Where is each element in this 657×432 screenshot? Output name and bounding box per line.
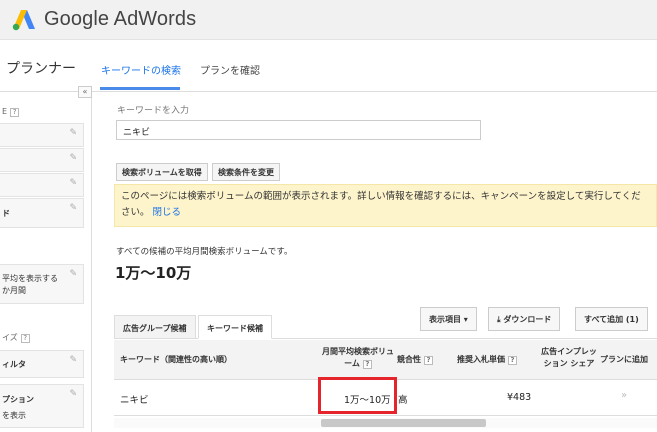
sidebar-item[interactable]: ド ✎ — [0, 198, 84, 228]
competition-cell: 高 — [398, 395, 408, 406]
column-header-keyword[interactable]: キーワード（関連性の高い順） — [120, 354, 232, 366]
columns-dropdown-button[interactable]: 表示項目 ▾ — [420, 307, 477, 331]
page-title: プランナー — [6, 61, 76, 77]
scrollbar-thumb[interactable] — [321, 419, 486, 427]
help-icon[interactable]: ? — [362, 360, 372, 369]
highlight-annotation — [318, 377, 397, 414]
sidebar-item-label: ド — [2, 209, 10, 218]
edit-pencil-icon[interactable]: ✎ — [69, 389, 77, 399]
column-header-suggested-bid[interactable]: 推奨入札単価? — [457, 354, 517, 366]
sidebar-item-sublabel: を表示 — [2, 411, 26, 420]
average-volume-label: すべての候補の平均月間検索ボリュームです。 — [116, 247, 293, 257]
edit-pencil-icon[interactable]: ✎ — [69, 178, 77, 188]
sidebar-item[interactable]: ✎ — [0, 148, 84, 172]
tab-keyword-search[interactable]: キーワードの検索 — [101, 62, 181, 77]
sidebar-section-label: E? — [2, 107, 20, 117]
collapse-sidebar-button[interactable]: « — [78, 86, 92, 98]
top-bar: Google AdWords — [0, 0, 657, 40]
edit-pencil-icon[interactable]: ✎ — [69, 153, 77, 163]
tab-keyword-ideas[interactable]: キーワード候補 — [198, 315, 272, 339]
help-icon[interactable]: ? — [508, 356, 517, 365]
close-notice-link[interactable]: 閉じる — [153, 207, 182, 218]
help-icon[interactable]: ? — [10, 108, 20, 117]
download-button[interactable]: ⤓ ダウンロード — [488, 307, 561, 331]
sidebar-item[interactable]: ✎ — [0, 123, 84, 147]
edit-pencil-icon[interactable]: ✎ — [69, 128, 77, 138]
keyword-input[interactable]: ニキビ — [116, 120, 481, 140]
column-header-impression-share[interactable]: 広告インプレッション シェア — [538, 346, 600, 370]
tab-review-plan[interactable]: プランを確認 — [200, 62, 260, 77]
add-to-plan-icon[interactable]: » — [621, 390, 627, 401]
sidebar-item-label: プション — [2, 395, 34, 404]
table-header: キーワード（関連性の高い順） 月間平均検索ボリューム? 競合性? 推奨入札単価?… — [114, 340, 657, 380]
change-criteria-button[interactable]: 検索条件を変更 — [212, 163, 280, 181]
sidebar-item[interactable]: プション を表示 ✎ — [0, 384, 84, 428]
adwords-logo-icon — [12, 10, 35, 31]
active-tab-indicator — [100, 87, 180, 90]
column-header-competition[interactable]: 競合性? — [397, 354, 433, 366]
sub-navigation: プランナー キーワードの検索 プランを確認 — [0, 40, 657, 92]
edit-pencil-icon[interactable]: ✎ — [69, 269, 77, 279]
sidebar-item-label: 平均を表示する か月間 — [2, 274, 58, 295]
sidebar-item[interactable]: ✎ — [0, 173, 84, 197]
info-notice: このページには検索ボリュームの範囲が表示されます。詳しい情報を確認するには、キャ… — [114, 184, 657, 227]
column-header-add-to-plan: プランに追加 — [600, 355, 648, 364]
sidebar-item[interactable]: ィルタ ✎ — [0, 350, 84, 378]
keyword-input-label: キーワードを入力 — [117, 106, 190, 116]
notice-text: このページには検索ボリュームの範囲が表示されます。詳しい情報を確認するには、キャ… — [121, 191, 641, 218]
brand-name: Google AdWords — [44, 8, 197, 30]
sidebar-item-label: ィルタ — [2, 360, 26, 369]
help-icon[interactable]: ? — [424, 356, 433, 365]
edit-pencil-icon[interactable]: ✎ — [69, 355, 77, 365]
edit-pencil-icon[interactable]: ✎ — [69, 203, 77, 213]
average-volume-value: 1万〜10万 — [115, 264, 192, 282]
add-all-button[interactable]: すべて追加 (1) — [575, 307, 648, 331]
help-icon[interactable]: ? — [20, 334, 30, 343]
column-header-volume[interactable]: 月間平均検索ボリューム? — [322, 346, 394, 370]
sidebar-item[interactable]: 平均を表示する か月間 ✎ — [0, 264, 84, 304]
keyword-cell: ニキビ — [120, 395, 149, 406]
get-search-volume-button[interactable]: 検索ボリュームを取得 — [116, 163, 208, 181]
tab-ad-group-ideas[interactable]: 広告グループ候補 — [114, 315, 196, 339]
sidebar-section-label: イズ? — [2, 332, 30, 343]
suggested-bid-cell: ¥483 — [507, 392, 532, 403]
